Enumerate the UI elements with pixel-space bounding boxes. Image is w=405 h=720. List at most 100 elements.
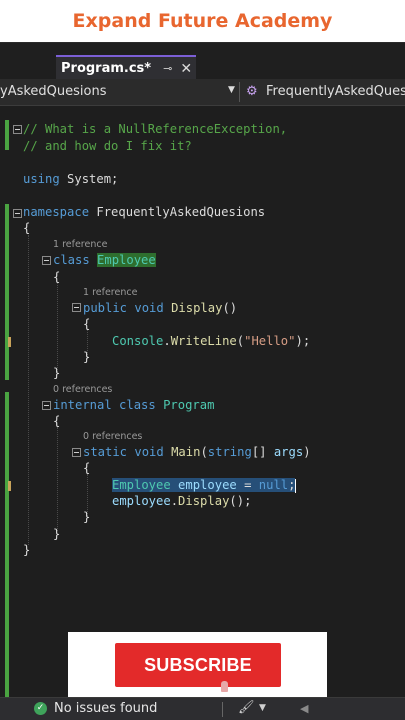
fold-icon[interactable] [13, 125, 22, 134]
subscribe-button[interactable]: SUBSCRIBE [115, 643, 281, 687]
codelens-references[interactable]: 1 reference [53, 239, 107, 250]
code-line: } [23, 543, 30, 557]
codelens-references[interactable]: 0 references [83, 431, 142, 442]
text-caret [295, 478, 297, 493]
chevron-down-icon[interactable]: ▼ [228, 85, 235, 95]
keyword: string [207, 445, 252, 459]
fold-icon[interactable] [13, 209, 22, 218]
keyword: void [134, 445, 164, 459]
method-name: WriteLine [170, 334, 237, 348]
brace: { [83, 317, 91, 331]
brush-icon[interactable]: 🖌 [238, 700, 255, 715]
check-circle-icon: ✓ [34, 702, 47, 715]
code-line: } [83, 510, 90, 524]
variable-name: employee [112, 494, 171, 508]
code-line: } [53, 366, 60, 380]
class-name-highlight: Employee [97, 253, 156, 267]
fold-icon[interactable] [42, 256, 51, 265]
document-tab-bar: Program.cs* ⊸ ✕ [0, 42, 405, 80]
navigation-bar: yAskedQuesions ▼ ⚙ FrequentlyAskedQuesio [0, 79, 405, 106]
method-name: Display [178, 494, 230, 508]
selected-code[interactable]: Employee employee = null; [112, 478, 296, 492]
pin-icon[interactable]: ⊸ [163, 62, 172, 75]
brace: } [83, 510, 91, 524]
keyword: null [258, 478, 289, 492]
code-line: class Employee [53, 253, 156, 267]
code-line: Console.WriteLine("Hello"); [112, 334, 311, 348]
change-indicator [5, 560, 9, 697]
brace: } [53, 366, 61, 380]
indent-guide [28, 235, 29, 545]
channel-title: Expand Future Academy [72, 10, 333, 32]
keyword: static [83, 445, 128, 459]
class-name: Program [163, 398, 215, 412]
tab-label: Program.cs* [61, 61, 152, 76]
code-line: { [83, 317, 90, 331]
brace: } [83, 350, 91, 364]
edit-marker [8, 481, 11, 491]
code-line: public void Display() [83, 301, 237, 315]
code-line: employee.Display(); [112, 494, 252, 508]
type-name: Console [112, 334, 164, 348]
code-line: { [53, 270, 60, 284]
close-icon[interactable]: ✕ [180, 61, 192, 77]
type-name: Employee [112, 478, 171, 492]
cursor-icon [221, 681, 228, 692]
code-line: { [23, 221, 30, 235]
variable-name: employee [178, 478, 237, 492]
keyword: class [119, 398, 156, 412]
indent-guide [57, 282, 58, 372]
channel-banner: Expand Future Academy [0, 0, 405, 42]
type-dropdown[interactable]: FrequentlyAskedQuesio [266, 84, 405, 99]
subscribe-label: SUBSCRIBE [144, 654, 252, 675]
codelens-references[interactable]: 1 reference [83, 287, 137, 298]
keyword: using [23, 172, 60, 186]
project-dropdown[interactable]: yAskedQuesions [0, 84, 107, 99]
class-icon: ⚙ [246, 84, 258, 99]
code-line: // and how do I fix it? [23, 139, 192, 153]
code-line: internal class Program [53, 398, 214, 412]
comment: // and how do I fix it? [23, 139, 192, 153]
fold-icon[interactable] [72, 303, 81, 312]
code-line: Employee employee = null; [112, 478, 297, 493]
status-divider [222, 702, 223, 717]
code-line: } [53, 527, 60, 541]
code-line: } [83, 350, 90, 364]
tab-program-cs[interactable]: Program.cs* ⊸ ✕ [56, 55, 196, 80]
fold-icon[interactable] [72, 448, 81, 457]
keyword: void [134, 301, 164, 315]
edit-marker [8, 337, 11, 347]
comment: // What is a NullReferenceException, [23, 122, 288, 136]
namespace-name: FrequentlyAskedQuesions [89, 205, 266, 219]
code-line: // What is a NullReferenceException, [23, 122, 287, 136]
brace: { [53, 270, 61, 284]
keyword: public [83, 301, 128, 315]
brace: } [53, 527, 61, 541]
code-line: using System; [23, 172, 118, 186]
indent-guide [57, 427, 58, 531]
fold-icon[interactable] [42, 401, 51, 410]
code-line: { [83, 461, 90, 475]
method-name: Main [171, 445, 201, 459]
brace: } [23, 543, 31, 557]
code-editor[interactable]: // What is a NullReferenceException, // … [0, 107, 405, 697]
brace: { [83, 461, 91, 475]
scroll-left-icon[interactable]: ◀ [300, 702, 308, 715]
code-line: static void Main(string[] args) [83, 445, 311, 459]
keyword: class [53, 253, 90, 267]
method-name: Display [171, 301, 223, 315]
change-indicator [5, 204, 9, 380]
keyword: internal [53, 398, 112, 412]
brace: { [23, 221, 31, 235]
parameter-name: args [273, 445, 304, 459]
codelens-references[interactable]: 0 references [53, 384, 112, 395]
chevron-down-icon[interactable]: ▼ [259, 703, 266, 713]
nav-divider [239, 82, 240, 102]
code-line: namespace FrequentlyAskedQuesions [23, 205, 265, 219]
issues-status[interactable]: No issues found [54, 701, 157, 716]
change-indicator [5, 392, 9, 560]
code-line: { [53, 414, 60, 428]
status-bar: ✓ No issues found 🖌 ▼ ◀ [0, 697, 405, 720]
keyword: namespace [23, 205, 90, 219]
brace: { [53, 414, 61, 428]
